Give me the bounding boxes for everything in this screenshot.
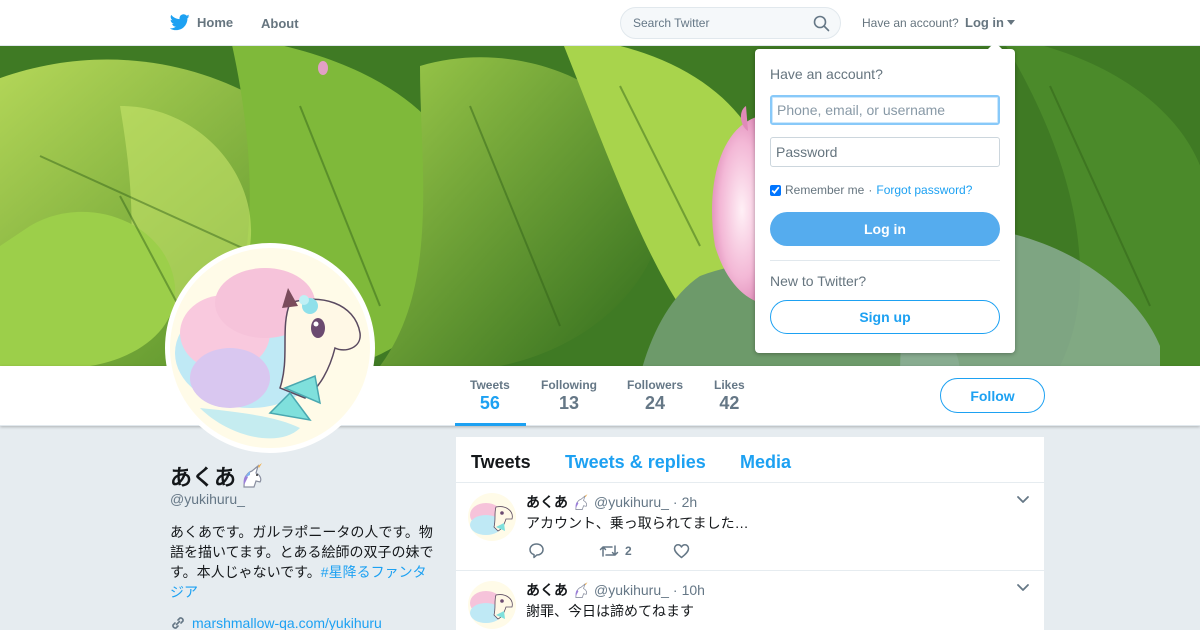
stat-following-value: 13	[558, 393, 580, 413]
nav-home-link[interactable]: Home	[170, 14, 233, 31]
stat-following[interactable]: Following 13	[541, 378, 597, 414]
search-box	[620, 7, 841, 39]
nav-home-label: Home	[197, 15, 234, 30]
stat-likes-label: Likes	[714, 378, 745, 392]
tab-tweets-and-replies[interactable]: Tweets & replies	[565, 452, 706, 473]
unicorn-icon	[575, 493, 588, 510]
avatar-image	[170, 248, 370, 448]
search-icon[interactable]	[813, 15, 830, 32]
timeline-tabs: Tweets Tweets & replies Media	[456, 437, 1044, 483]
stat-tweets[interactable]: Tweets 56	[470, 378, 510, 414]
search-input[interactable]	[621, 8, 801, 38]
profile-avatar[interactable]	[165, 243, 375, 453]
signup-button[interactable]: Sign up	[770, 300, 1000, 334]
stat-following-label: Following	[541, 378, 597, 392]
stat-followers[interactable]: Followers 24	[627, 378, 683, 414]
twitter-bird-icon	[170, 14, 190, 31]
retweet-count: 2	[625, 543, 632, 558]
tweet-avatar-image	[468, 493, 516, 541]
tweet-author-name[interactable]: あくあ	[526, 580, 568, 600]
profile-name[interactable]: あくあ	[170, 460, 266, 492]
tweet-avatar-image	[468, 581, 516, 629]
tweet-text: 謝罪、今日は諦めてねます	[526, 603, 694, 619]
tab-tweets[interactable]: Tweets	[471, 452, 531, 473]
reply-icon	[529, 543, 544, 559]
reply-button[interactable]	[528, 542, 545, 559]
chevron-down-icon[interactable]	[1016, 495, 1030, 505]
remember-me-label[interactable]: Remember me	[785, 183, 864, 197]
stat-tweets-label: Tweets	[470, 378, 510, 392]
login-dropdown: Have an account? Remember me · Forgot pa…	[755, 42, 1015, 353]
follow-button[interactable]: Follow	[940, 378, 1045, 413]
unicorn-icon	[575, 581, 588, 598]
tweet-separator: ·	[672, 494, 678, 510]
tweet-item[interactable]: あくあ @yukihuru_ · 2h アカウント、乗っ取られてました… 2	[456, 483, 1044, 571]
stat-tweets-value: 56	[479, 393, 500, 413]
dropdown-arrow	[987, 42, 1003, 50]
stat-likes-value: 42	[719, 393, 740, 413]
retweet-button[interactable]: 2	[599, 543, 632, 559]
profile-website-link[interactable]: marshmallow-qa.com/yukihuru	[170, 615, 382, 630]
profile-handle[interactable]: @yukihuru_	[170, 491, 245, 507]
tweet-avatar[interactable]	[468, 493, 516, 541]
tweet-timestamp[interactable]: 10h	[682, 582, 705, 598]
tweet-text: アカウント、乗っ取られてました…	[526, 515, 749, 531]
profile-website-text: marshmallow-qa.com/yukihuru	[192, 615, 382, 630]
tweet-avatar[interactable]	[468, 581, 516, 629]
profile-name-text: あくあ	[170, 465, 237, 490]
retweet-icon	[599, 544, 619, 557]
new-to-twitter-text: New to Twitter?	[770, 273, 867, 289]
tweet-header: あくあ @yukihuru_ · 10h	[526, 580, 705, 600]
top-nav-bar: Home About Have an account? Log in	[0, 0, 1200, 46]
tweet-separator: ·	[672, 582, 678, 598]
caret-down-icon	[1007, 20, 1015, 25]
tweet-author-handle[interactable]: @yukihuru_	[594, 494, 669, 510]
login-menu-label: Log in	[965, 15, 1004, 30]
tab-media[interactable]: Media	[740, 452, 791, 473]
remember-me-row: Remember me · Forgot password?	[770, 183, 972, 197]
active-stat-underline	[455, 423, 526, 426]
tweet-timestamp[interactable]: 2h	[682, 494, 698, 510]
tweet-author-handle[interactable]: @yukihuru_	[594, 582, 669, 598]
link-icon	[172, 617, 184, 629]
tweet-item[interactable]: あくあ @yukihuru_ · 10h 謝罪、今日は諦めてねます	[456, 571, 1044, 630]
tweet-header: あくあ @yukihuru_ · 2h	[526, 492, 697, 512]
forgot-password-link[interactable]: Forgot password?	[876, 183, 972, 197]
unicorn-icon	[243, 463, 263, 488]
dropdown-divider	[770, 260, 1000, 261]
chevron-down-icon[interactable]	[1016, 583, 1030, 593]
stat-followers-value: 24	[644, 393, 666, 413]
password-field[interactable]	[770, 137, 1000, 167]
tweet-actions: 2	[528, 542, 690, 559]
like-button[interactable]	[673, 543, 690, 559]
profile-bio: あくあです。ガルラポニータの人です。物語を描いてます。とある絵師の双子の妹です。…	[170, 522, 438, 602]
nav-about-link[interactable]: About	[261, 16, 299, 31]
login-menu-toggle[interactable]: Log in	[965, 15, 1015, 30]
tweet-author-name[interactable]: あくあ	[526, 492, 568, 512]
have-account-text: Have an account?	[862, 16, 959, 30]
stat-followers-label: Followers	[627, 378, 684, 392]
login-button[interactable]: Log in	[770, 212, 1000, 246]
heart-icon	[673, 543, 689, 558]
dropdown-title: Have an account?	[770, 66, 883, 82]
timeline: Tweets Tweets & replies Media あくあ @yukih…	[456, 437, 1044, 630]
username-field[interactable]	[770, 95, 1000, 125]
stat-likes[interactable]: Likes 42	[714, 378, 745, 414]
remember-separator: ·	[868, 183, 873, 197]
remember-me-checkbox[interactable]	[770, 184, 781, 196]
